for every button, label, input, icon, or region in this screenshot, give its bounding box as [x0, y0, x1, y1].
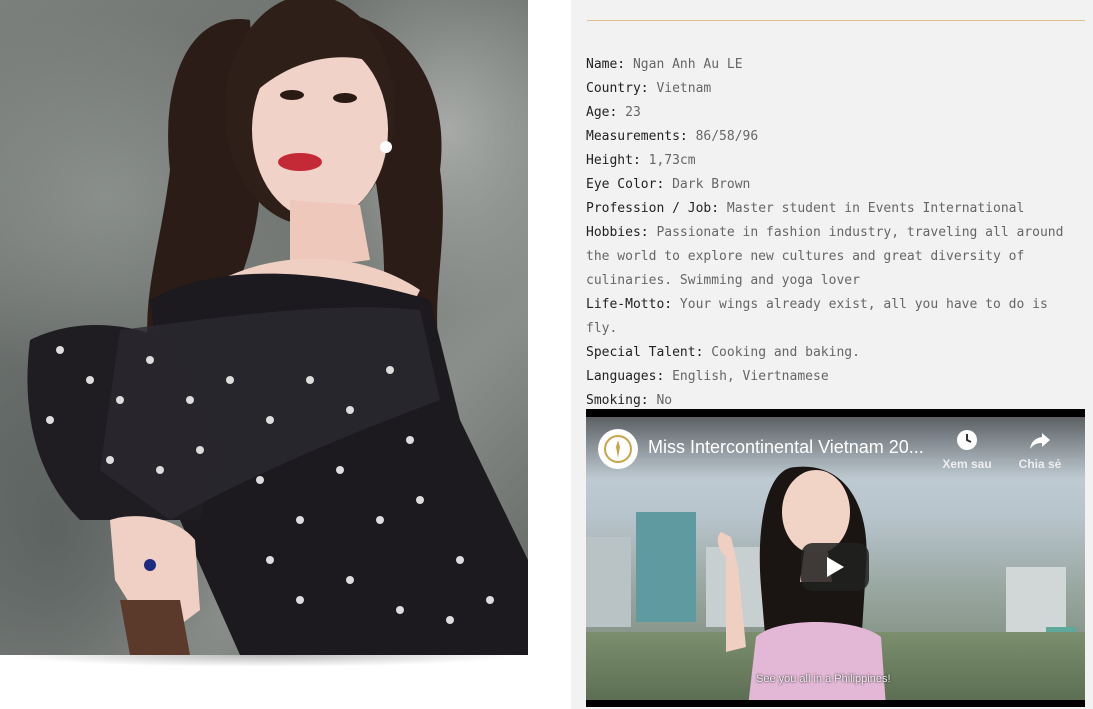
- channel-logo[interactable]: [598, 429, 638, 469]
- info-label: Height:: [586, 153, 641, 168]
- info-value: 86/58/96: [695, 129, 759, 144]
- info-row-height: Height: 1,73cm: [586, 149, 1086, 173]
- info-value: Dark Brown: [672, 177, 751, 192]
- info-label: Profession / Job:: [586, 201, 720, 216]
- info-value: No: [656, 393, 673, 408]
- profile-photo-container: [0, 0, 528, 667]
- info-row-measurements: Measurements: 86/58/96: [586, 125, 1086, 149]
- play-icon: [827, 557, 844, 577]
- portrait-illustration: [27, 0, 528, 655]
- thumbnail-building: [586, 537, 631, 627]
- info-value: Master student in Events International: [726, 201, 1025, 216]
- info-row-age: Age: 23: [586, 101, 1086, 125]
- info-row-profession: Profession / Job: Master student in Even…: [586, 197, 1086, 221]
- profile-info: Name: Ngan Anh Au LE Country: Vietnam Ag…: [586, 53, 1086, 413]
- share-button[interactable]: Chia sẻ: [1010, 429, 1070, 471]
- info-label: Special Talent:: [586, 345, 704, 360]
- info-row-life-motto: Life-Motto: Your wings already exist, al…: [586, 293, 1086, 341]
- info-label: Life-Motto:: [586, 297, 673, 312]
- photo-shadow: [10, 655, 518, 667]
- video-caption: See you all in a Philippines!: [756, 673, 891, 685]
- watch-later-button[interactable]: Xem sau: [937, 429, 997, 471]
- info-label: Hobbies:: [586, 225, 649, 240]
- info-value: Ngan Anh Au LE: [632, 57, 743, 72]
- info-value: 1,73cm: [648, 153, 696, 168]
- info-label: Name:: [586, 57, 626, 72]
- profile-panel: Name: Ngan Anh Au LE Country: Vietnam Ag…: [571, 0, 1093, 709]
- info-label: Eye Color:: [586, 177, 665, 192]
- info-value: Vietnam: [656, 81, 712, 96]
- info-label: Measurements:: [586, 129, 688, 144]
- info-label: Smoking:: [586, 393, 649, 408]
- divider-line: [587, 20, 1085, 21]
- info-row-name: Name: Ngan Anh Au LE: [586, 53, 1086, 77]
- info-label: Age:: [586, 105, 618, 120]
- play-button[interactable]: [801, 543, 869, 591]
- crest-icon: [604, 435, 632, 463]
- watch-later-label: Xem sau: [942, 457, 992, 471]
- info-value: Cooking and baking.: [711, 345, 860, 360]
- video-player[interactable]: Miss Intercontinental Vietnam 20... Xem …: [586, 409, 1085, 707]
- info-row-hobbies: Hobbies: Passionate in fashion industry,…: [586, 221, 1086, 293]
- info-value: Passionate in fashion industry, travelin…: [586, 225, 1064, 288]
- info-label: Country:: [586, 81, 649, 96]
- video-title[interactable]: Miss Intercontinental Vietnam 20...: [648, 437, 938, 458]
- share-label: Chia sẻ: [1018, 457, 1062, 471]
- info-label: Languages:: [586, 369, 665, 384]
- info-row-languages: Languages: English, Viertnamese: [586, 365, 1086, 389]
- info-value: 23: [625, 105, 641, 120]
- info-row-eye-color: Eye Color: Dark Brown: [586, 173, 1086, 197]
- info-row-special-talent: Special Talent: Cooking and baking.: [586, 341, 1086, 365]
- info-value: English, Viertnamese: [672, 369, 829, 384]
- share-icon: [1030, 433, 1050, 449]
- info-row-country: Country: Vietnam: [586, 77, 1086, 101]
- video-thumbnail[interactable]: Miss Intercontinental Vietnam 20... Xem …: [586, 417, 1085, 700]
- profile-photo: [0, 0, 528, 655]
- clock-icon: [957, 430, 977, 450]
